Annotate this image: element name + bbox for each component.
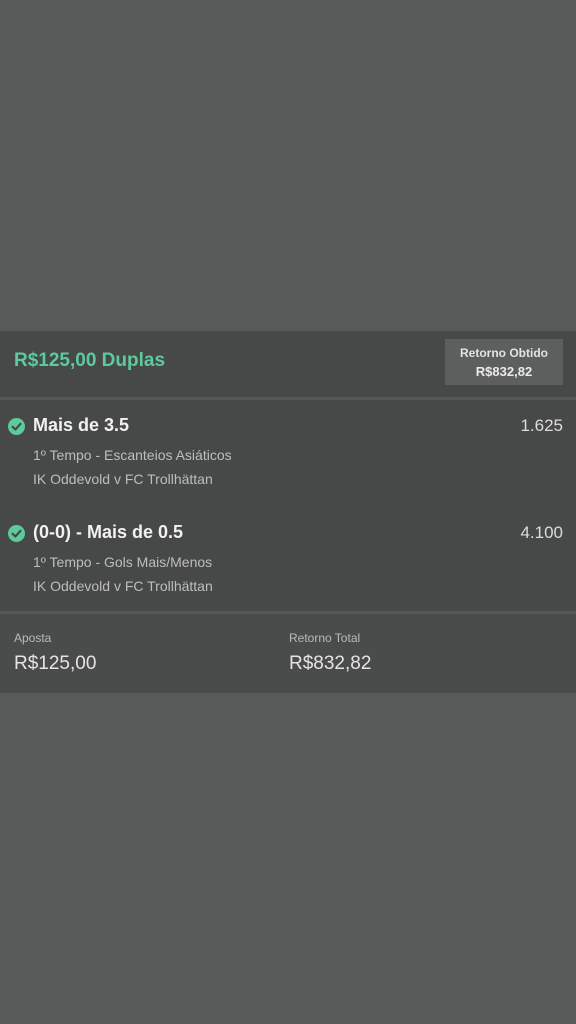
check-circle-icon bbox=[8, 418, 25, 435]
stake-label: Aposta bbox=[14, 631, 52, 645]
stake-value: R$125,00 bbox=[14, 653, 97, 674]
bet-header: R$125,00 Duplas Retorno Obtido R$832,82 bbox=[0, 331, 576, 397]
selection-odds: 4.100 bbox=[520, 523, 563, 542]
selection-item[interactable]: (0-0) - Mais de 0.5 4.100 1º Tempo - Gol… bbox=[0, 517, 576, 617]
divider bbox=[0, 397, 576, 400]
selection-event: IK Oddevold v FC Trollhättan bbox=[33, 471, 213, 487]
selection-event: IK Oddevold v FC Trollhättan bbox=[33, 578, 213, 594]
selection-market: 1º Tempo - Gols Mais/Menos bbox=[33, 554, 213, 570]
return-obtained-label: Retorno Obtido bbox=[460, 346, 548, 360]
page: R$125,00 Duplas Retorno Obtido R$832,82 … bbox=[0, 0, 576, 1024]
selection-item[interactable]: Mais de 3.5 1.625 1º Tempo - Escanteios … bbox=[0, 410, 576, 510]
total-return-label: Retorno Total bbox=[289, 631, 361, 645]
bet-title: R$125,00 Duplas bbox=[14, 350, 166, 371]
bet-slip-card[interactable]: R$125,00 Duplas Retorno Obtido R$832,82 … bbox=[0, 331, 576, 693]
return-obtained-box: Retorno Obtido R$832,82 bbox=[445, 339, 563, 385]
selection-market: 1º Tempo - Escanteios Asiáticos bbox=[33, 447, 232, 463]
bet-summary: Aposta R$125,00 Retorno Total R$832,82 bbox=[0, 614, 576, 693]
check-circle-icon bbox=[8, 525, 25, 542]
selection-title: Mais de 3.5 bbox=[33, 415, 130, 435]
return-obtained-value: R$832,82 bbox=[475, 364, 533, 379]
total-return-value: R$832,82 bbox=[289, 653, 372, 674]
selection-title: (0-0) - Mais de 0.5 bbox=[33, 522, 184, 542]
selection-odds: 1.625 bbox=[520, 416, 563, 435]
